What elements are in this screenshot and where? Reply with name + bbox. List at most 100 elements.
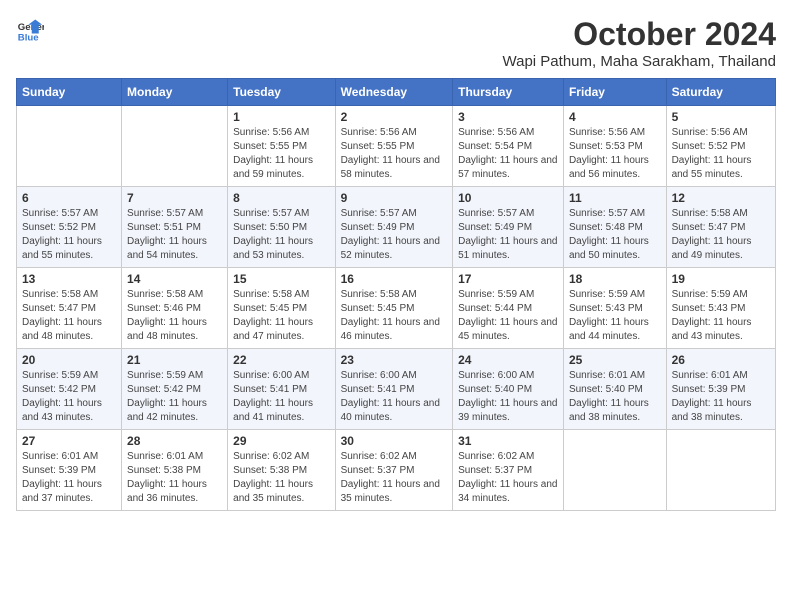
title-section: October 2024 Wapi Pathum, Maha Sarakham,… xyxy=(503,16,776,70)
day-info: Sunrise: 6:00 AM Sunset: 5:40 PM Dayligh… xyxy=(458,369,558,425)
calendar-cell xyxy=(17,106,122,187)
calendar-cell: 22 Sunrise: 6:00 AM Sunset: 5:41 PM Dayli… xyxy=(228,349,335,430)
header-row: Sunday Monday Tuesday Wednesday Thursday… xyxy=(17,79,776,106)
day-number: 28 xyxy=(127,434,222,448)
calendar-cell: 4 Sunrise: 5:56 AM Sunset: 5:53 PM Daylig… xyxy=(563,106,666,187)
calendar-header: Sunday Monday Tuesday Wednesday Thursday… xyxy=(17,79,776,106)
day-info: Sunrise: 6:00 AM Sunset: 5:41 PM Dayligh… xyxy=(233,369,329,425)
logo: General Blue xyxy=(16,16,44,44)
day-number: 23 xyxy=(341,353,448,367)
day-info: Sunrise: 5:59 AM Sunset: 5:44 PM Dayligh… xyxy=(458,288,558,344)
day-info: Sunrise: 5:59 AM Sunset: 5:42 PM Dayligh… xyxy=(127,369,222,425)
day-number: 13 xyxy=(22,272,116,286)
day-info: Sunrise: 6:01 AM Sunset: 5:38 PM Dayligh… xyxy=(127,450,222,506)
calendar-cell: 27 Sunrise: 6:01 AM Sunset: 5:39 PM Dayli… xyxy=(17,430,122,511)
main-title: October 2024 xyxy=(503,16,776,53)
day-info: Sunrise: 5:58 AM Sunset: 5:46 PM Dayligh… xyxy=(127,288,222,344)
calendar-cell: 2 Sunrise: 5:56 AM Sunset: 5:55 PM Daylig… xyxy=(335,106,453,187)
day-info: Sunrise: 5:57 AM Sunset: 5:49 PM Dayligh… xyxy=(341,207,448,263)
day-info: Sunrise: 5:57 AM Sunset: 5:51 PM Dayligh… xyxy=(127,207,222,263)
logo-icon: General Blue xyxy=(16,16,44,44)
day-info: Sunrise: 5:57 AM Sunset: 5:50 PM Dayligh… xyxy=(233,207,329,263)
day-info: Sunrise: 6:02 AM Sunset: 5:38 PM Dayligh… xyxy=(233,450,329,506)
calendar-cell: 15Sunrise: 5:58 AM Sunset: 5:45 PM Dayli… xyxy=(228,268,335,349)
calendar-cell: 13 Sunrise: 5:58 AM Sunset: 5:47 PM Dayli… xyxy=(17,268,122,349)
calendar-cell: 26 Sunrise: 6:01 AM Sunset: 5:39 PM Dayli… xyxy=(666,349,775,430)
day-info: Sunrise: 5:56 AM Sunset: 5:55 PM Dayligh… xyxy=(341,126,448,182)
day-info: Sunrise: 6:01 AM Sunset: 5:40 PM Dayligh… xyxy=(569,369,661,425)
calendar-cell: 21Sunrise: 5:59 AM Sunset: 5:42 PM Dayli… xyxy=(122,349,228,430)
calendar-cell: 1 Sunrise: 5:56 AM Sunset: 5:55 PM Daylig… xyxy=(228,106,335,187)
day-number: 18 xyxy=(569,272,661,286)
day-info: Sunrise: 5:56 AM Sunset: 5:52 PM Dayligh… xyxy=(672,126,770,182)
calendar-cell: 5Sunrise: 5:56 AM Sunset: 5:52 PM Daylig… xyxy=(666,106,775,187)
col-thursday: Thursday xyxy=(453,79,564,106)
day-number: 2 xyxy=(341,110,448,124)
day-number: 27 xyxy=(22,434,116,448)
calendar-cell xyxy=(122,106,228,187)
col-saturday: Saturday xyxy=(666,79,775,106)
day-number: 16 xyxy=(341,272,448,286)
day-number: 6 xyxy=(22,191,116,205)
day-number: 22 xyxy=(233,353,329,367)
day-info: Sunrise: 6:01 AM Sunset: 5:39 PM Dayligh… xyxy=(22,450,116,506)
calendar-cell: 20Sunrise: 5:59 AM Sunset: 5:42 PM Dayli… xyxy=(17,349,122,430)
day-number: 19 xyxy=(672,272,770,286)
calendar-cell: 31 Sunrise: 6:02 AM Sunset: 5:37 PM Dayli… xyxy=(453,430,564,511)
svg-text:Blue: Blue xyxy=(18,33,39,44)
calendar-cell: 30Sunrise: 6:02 AM Sunset: 5:37 PM Dayli… xyxy=(335,430,453,511)
day-info: Sunrise: 6:02 AM Sunset: 5:37 PM Dayligh… xyxy=(458,450,558,506)
col-monday: Monday xyxy=(122,79,228,106)
day-number: 20 xyxy=(22,353,116,367)
calendar-week-5: 27 Sunrise: 6:01 AM Sunset: 5:39 PM Dayli… xyxy=(17,430,776,511)
calendar-cell: 25 Sunrise: 6:01 AM Sunset: 5:40 PM Dayli… xyxy=(563,349,666,430)
day-info: Sunrise: 6:02 AM Sunset: 5:37 PM Dayligh… xyxy=(341,450,448,506)
day-number: 3 xyxy=(458,110,558,124)
day-info: Sunrise: 5:57 AM Sunset: 5:49 PM Dayligh… xyxy=(458,207,558,263)
calendar-body: 1 Sunrise: 5:56 AM Sunset: 5:55 PM Daylig… xyxy=(17,106,776,511)
calendar-cell: 7 Sunrise: 5:57 AM Sunset: 5:51 PM Daylig… xyxy=(122,187,228,268)
day-number: 14 xyxy=(127,272,222,286)
calendar-cell: 24 Sunrise: 6:00 AM Sunset: 5:40 PM Dayli… xyxy=(453,349,564,430)
day-number: 26 xyxy=(672,353,770,367)
day-info: Sunrise: 5:56 AM Sunset: 5:53 PM Dayligh… xyxy=(569,126,661,182)
day-number: 9 xyxy=(341,191,448,205)
day-number: 24 xyxy=(458,353,558,367)
calendar-cell: 18Sunrise: 5:59 AM Sunset: 5:43 PM Dayli… xyxy=(563,268,666,349)
calendar-cell: 17Sunrise: 5:59 AM Sunset: 5:44 PM Dayli… xyxy=(453,268,564,349)
calendar-week-1: 1 Sunrise: 5:56 AM Sunset: 5:55 PM Daylig… xyxy=(17,106,776,187)
day-info: Sunrise: 5:58 AM Sunset: 5:47 PM Dayligh… xyxy=(672,207,770,263)
calendar-week-3: 13 Sunrise: 5:58 AM Sunset: 5:47 PM Dayli… xyxy=(17,268,776,349)
day-info: Sunrise: 5:58 AM Sunset: 5:45 PM Dayligh… xyxy=(341,288,448,344)
day-info: Sunrise: 5:58 AM Sunset: 5:47 PM Dayligh… xyxy=(22,288,116,344)
calendar-cell: 19 Sunrise: 5:59 AM Sunset: 5:43 PM Dayli… xyxy=(666,268,775,349)
col-friday: Friday xyxy=(563,79,666,106)
col-wednesday: Wednesday xyxy=(335,79,453,106)
calendar-cell: 10 Sunrise: 5:57 AM Sunset: 5:49 PM Dayli… xyxy=(453,187,564,268)
calendar-week-2: 6 Sunrise: 5:57 AM Sunset: 5:52 PM Daylig… xyxy=(17,187,776,268)
calendar-cell: 14 Sunrise: 5:58 AM Sunset: 5:46 PM Dayli… xyxy=(122,268,228,349)
calendar-cell: 23 Sunrise: 6:00 AM Sunset: 5:41 PM Dayli… xyxy=(335,349,453,430)
day-number: 4 xyxy=(569,110,661,124)
day-info: Sunrise: 5:59 AM Sunset: 5:43 PM Dayligh… xyxy=(672,288,770,344)
calendar-cell: 11Sunrise: 5:57 AM Sunset: 5:48 PM Dayli… xyxy=(563,187,666,268)
day-number: 1 xyxy=(233,110,329,124)
calendar-cell: 16 Sunrise: 5:58 AM Sunset: 5:45 PM Dayli… xyxy=(335,268,453,349)
day-info: Sunrise: 5:57 AM Sunset: 5:48 PM Dayligh… xyxy=(569,207,661,263)
day-info: Sunrise: 6:00 AM Sunset: 5:41 PM Dayligh… xyxy=(341,369,448,425)
calendar-cell: 29Sunrise: 6:02 AM Sunset: 5:38 PM Dayli… xyxy=(228,430,335,511)
day-info: Sunrise: 5:57 AM Sunset: 5:52 PM Dayligh… xyxy=(22,207,116,263)
day-number: 25 xyxy=(569,353,661,367)
day-info: Sunrise: 5:56 AM Sunset: 5:55 PM Dayligh… xyxy=(233,126,329,182)
day-number: 31 xyxy=(458,434,558,448)
page-header: General Blue October 2024 Wapi Pathum, M… xyxy=(16,16,776,70)
col-sunday: Sunday xyxy=(17,79,122,106)
day-number: 12 xyxy=(672,191,770,205)
day-info: Sunrise: 6:01 AM Sunset: 5:39 PM Dayligh… xyxy=(672,369,770,425)
day-number: 7 xyxy=(127,191,222,205)
col-tuesday: Tuesday xyxy=(228,79,335,106)
day-number: 10 xyxy=(458,191,558,205)
calendar-cell: 3Sunrise: 5:56 AM Sunset: 5:54 PM Daylig… xyxy=(453,106,564,187)
calendar-cell: 12 Sunrise: 5:58 AM Sunset: 5:47 PM Dayli… xyxy=(666,187,775,268)
calendar-cell: 8Sunrise: 5:57 AM Sunset: 5:50 PM Daylig… xyxy=(228,187,335,268)
